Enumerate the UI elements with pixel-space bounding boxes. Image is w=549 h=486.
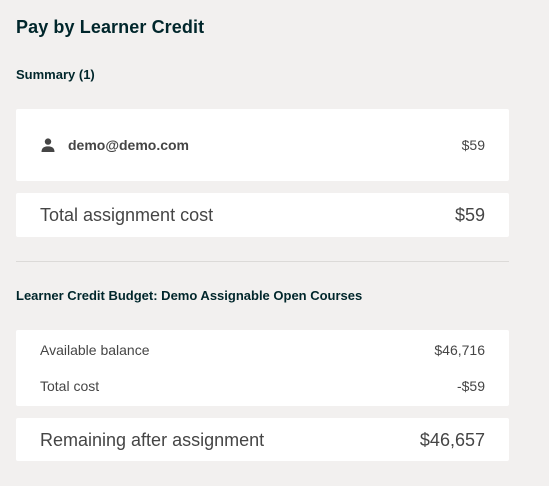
page-title: Pay by Learner Credit — [16, 17, 205, 37]
remaining-after-assignment-label: Remaining after assignment — [40, 429, 265, 450]
remaining-after-assignment-row: Remaining after assignment $46,657 — [40, 428, 485, 452]
remaining-after-assignment-value: $46,657 — [419, 429, 485, 450]
budget-heading: Learner Credit Budget: Demo Assignable O… — [16, 288, 363, 303]
learner-summary-card: demo@demo.com $59 — [16, 109, 509, 181]
available-balance-value: $46,716 — [434, 342, 485, 358]
budget-balance-card: Available balance $46,716 Total cost -$5… — [16, 330, 509, 406]
person-icon — [40, 137, 56, 153]
remaining-after-assignment-card: Remaining after assignment $46,657 — [16, 418, 509, 461]
summary-heading: Summary (1) — [16, 67, 95, 82]
total-assignment-cost-row: Total assignment cost $59 — [40, 203, 485, 227]
learner-identity: demo@demo.com — [40, 137, 189, 153]
total-cost-value: -$59 — [456, 378, 485, 394]
learner-row: demo@demo.com $59 — [40, 135, 485, 155]
pay-by-learner-credit-page: Pay by Learner Credit Summary (1) demo@d… — [0, 0, 549, 486]
learner-price: $59 — [461, 137, 485, 153]
total-assignment-cost-label: Total assignment cost — [40, 204, 214, 225]
learner-email: demo@demo.com — [68, 137, 190, 153]
total-assignment-cost-card: Total assignment cost $59 — [16, 193, 509, 237]
available-balance-row: Available balance $46,716 — [40, 340, 485, 360]
total-cost-label: Total cost — [40, 378, 100, 394]
total-cost-row: Total cost -$59 — [40, 376, 485, 396]
total-assignment-cost-value: $59 — [454, 204, 485, 225]
available-balance-label: Available balance — [40, 342, 150, 358]
section-divider — [16, 261, 509, 262]
